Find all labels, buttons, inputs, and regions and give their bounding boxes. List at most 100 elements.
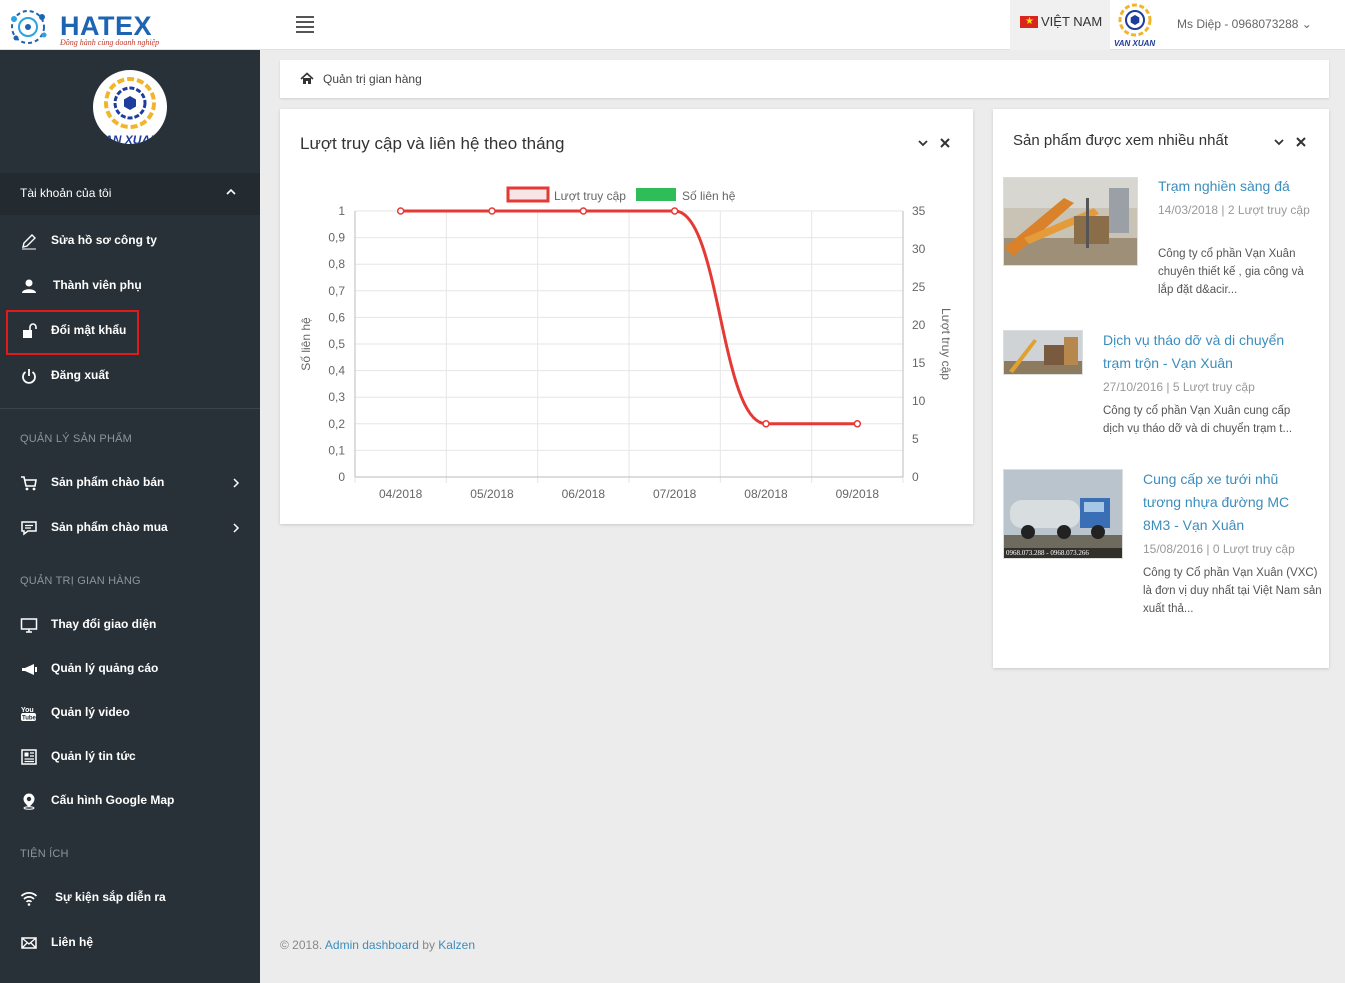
visits-line-chart: 0 0,1 0,2 0,3 0,4 0,5 0,6 0,7 0,8 0,9 1 04/2018 05/2… (299, 186, 953, 501)
y-left-tick-label: 0,1 (328, 443, 345, 457)
legend-swatch-visits (506, 186, 550, 203)
sidebar-item-events[interactable]: Sự kiện sắp diễn ra (0, 878, 260, 918)
product-thumbnail[interactable]: 0968.073.288 - 0968.073.266 (1003, 469, 1123, 559)
top-bar: HATEX Đồng hành cùng doanh nghiệp ★ VIỆT… (0, 0, 1345, 50)
legend-swatch-contacts (636, 188, 676, 201)
legend-label-visits: Lượt truy cập (554, 189, 626, 203)
sidebar-item-google-map[interactable]: Cấu hình Google Map (0, 781, 260, 821)
home-icon[interactable] (300, 72, 314, 85)
sidebar-item-label: Sự kiện sắp diễn ra (55, 890, 166, 904)
y-right-tick-label: 10 (912, 394, 926, 408)
sidebar-item-contact[interactable]: Liên hệ (0, 923, 260, 963)
section-store-management: QUẢN TRỊ GIAN HÀNG (20, 575, 141, 587)
menu-toggle-icon[interactable] (296, 16, 314, 33)
chevron-right-icon (233, 523, 240, 533)
sidebar-item-ads[interactable]: Quản lý quảng cáo (0, 649, 260, 689)
product-title-link[interactable]: Dịch vụ tháo dỡ và di chuyển trạm trộn -… (1103, 329, 1308, 375)
y-left-tick-label: 0,6 (328, 310, 345, 324)
sidebar-item-news[interactable]: Quản lý tin tức (0, 737, 260, 777)
y-left-tick-label: 0,7 (328, 284, 345, 298)
sidebar-item-label: Sản phẩm chào mua (51, 520, 168, 534)
product-thumbnail[interactable] (1003, 330, 1083, 375)
brand-mini-text: VAN XUAN (1114, 39, 1156, 48)
close-icon[interactable] (1295, 136, 1307, 148)
data-point-visits (853, 420, 862, 428)
data-point-visits (762, 420, 770, 428)
company-avatar[interactable]: VAN XUAN (93, 70, 167, 144)
collapse-chevron-icon[interactable] (1273, 136, 1285, 148)
section-product-management: QUẢN LÝ SẢN PHẨM (20, 433, 133, 445)
sidebar-item-label: Sản phẩm chào bán (51, 475, 165, 489)
y-right-tick-label: 15 (912, 356, 926, 370)
logo-tagline: Đồng hành cùng doanh nghiệp (60, 38, 160, 47)
breadcrumb-current: Quản trị gian hàng (323, 72, 422, 86)
sidebar-item-label: Thay đổi giao diện (51, 617, 157, 631)
y-left-axis-title: Số liên hệ (299, 317, 313, 371)
hatex-logo[interactable]: HATEX Đồng hành cùng doanh nghiệp (6, 7, 166, 47)
sidebar-item-sub-members[interactable]: Thành viên phụ (0, 266, 260, 306)
my-account-toggle[interactable]: Tài khoản của tôi (0, 173, 260, 215)
sidebar-item-label: Liên hệ (51, 935, 94, 949)
y-right-tick-label: 30 (912, 242, 926, 256)
sidebar-item-label: Quản lý tin tức (51, 749, 136, 763)
footer-link-dashboard[interactable]: Admin dashboard (325, 938, 419, 952)
y-right-tick-label: 35 (912, 204, 926, 218)
y-right-tick-label: 20 (912, 318, 926, 332)
product-description: Công ty cổ phần Vạn Xuân cung cấp dịch v… (1103, 405, 1293, 435)
product-meta: 15/08/2016 | 0 Lượt truy cập (1143, 542, 1295, 556)
sidebar-item-label: Thành viên phụ (53, 278, 142, 292)
x-tick-label: 05/2018 (470, 487, 514, 501)
sidebar-item-label: Quản lý quảng cáo (51, 661, 159, 675)
y-left-tick-label: 0,4 (328, 364, 345, 378)
y-left-tick-label: 0,8 (328, 257, 345, 271)
sidebar-item-edit-profile[interactable]: Sửa hồ sơ công ty (0, 221, 260, 261)
user-menu[interactable]: Ms Diệp - 0968073288 ⌄ (1177, 17, 1312, 31)
power-icon (22, 369, 36, 384)
x-tick-label: 08/2018 (744, 487, 788, 501)
user-icon (22, 279, 36, 293)
sidebar-item-label: Sửa hồ sơ công ty (51, 233, 157, 247)
monitor-icon (20, 618, 38, 633)
x-tick-label: 06/2018 (562, 487, 606, 501)
highlight-box (6, 310, 139, 355)
sidebar-item-buying-products[interactable]: Sản phẩm chào mua (0, 508, 260, 548)
sidebar-item-change-theme[interactable]: Thay đổi giao diện (0, 605, 260, 645)
x-tick-label: 04/2018 (379, 487, 423, 501)
thumbnail-caption: 0968.073.288 - 0968.073.266 (1006, 549, 1089, 557)
pencil-icon (22, 234, 36, 250)
product-title-link[interactable]: Trạm nghiền sàng đá (1158, 175, 1318, 198)
footer-link-author[interactable]: Kalzen (438, 938, 475, 952)
data-point-visits (488, 207, 496, 215)
chevron-up-icon (226, 188, 236, 195)
legend-label-contacts: Số liên hệ (682, 189, 736, 203)
stone-crusher-image (1004, 178, 1137, 265)
sidebar-item-logout[interactable]: Đăng xuất (0, 356, 260, 396)
sidebar-item-label: Đăng xuất (51, 368, 110, 382)
envelope-icon (21, 937, 37, 949)
svg-text:You: You (21, 707, 34, 714)
language-label: VIỆT NAM (1041, 14, 1103, 29)
asphalt-truck-image (1004, 470, 1122, 558)
y-right-tick-label: 0 (912, 470, 919, 484)
product-thumbnail[interactable] (1003, 177, 1138, 266)
megaphone-icon (22, 664, 37, 675)
breadcrumb: Quản trị gian hàng (280, 60, 1329, 98)
newspaper-icon (21, 749, 37, 765)
sidebar-item-selling-products[interactable]: Sản phẩm chào bán (0, 463, 260, 503)
product-description: Công ty cổ phần Vạn Xuân chuyên thiết kế… (1158, 248, 1304, 296)
avatar-caption: VAN XUAN (97, 133, 159, 144)
map-pin-icon (23, 793, 35, 810)
popular-products-panel: Sản phẩm được xem nhiều nhất Trạm nghiền… (993, 109, 1329, 668)
cart-icon (21, 476, 37, 491)
batching-plant-image (1004, 331, 1082, 374)
product-title-link[interactable]: Cung cấp xe tưới nhũ tương nhựa đường MC… (1143, 468, 1313, 537)
language-selector[interactable]: ★ VIỆT NAM (1010, 0, 1110, 50)
footer-copyright: © 2018. (280, 938, 325, 952)
sidebar-item-video[interactable]: You Tube Quản lý video (0, 693, 260, 733)
vietnam-flag-icon: ★ (1020, 16, 1038, 28)
y-left-tick-label: 0,2 (328, 417, 345, 431)
footer: © 2018. Admin dashboard by Kalzen (280, 938, 475, 952)
company-brand[interactable]: VAN XUAN (1113, 1, 1157, 49)
my-account-title: Tài khoản của tôi (20, 186, 112, 200)
chevron-right-icon (233, 478, 240, 488)
